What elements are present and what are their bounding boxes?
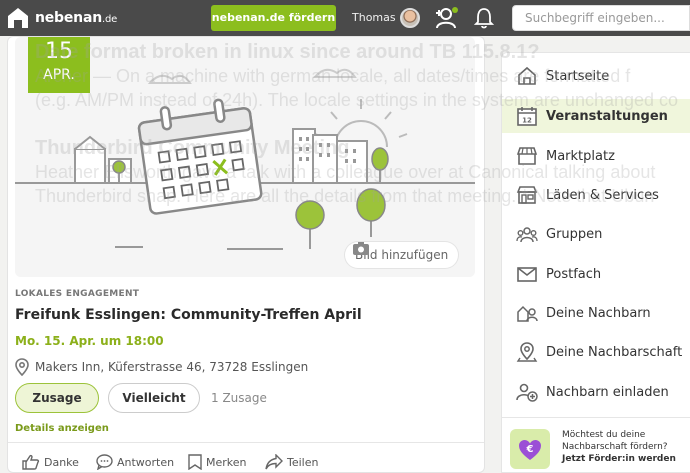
- sidebar-item-mailbox[interactable]: Postfach: [502, 257, 690, 291]
- add-photo-button[interactable]: Bild hinzufügen: [345, 242, 459, 268]
- market-stall-icon: [516, 147, 538, 165]
- logo-text: nebenan: [35, 10, 102, 26]
- speech-bubble-icon: [96, 454, 113, 470]
- share-button[interactable]: Teilen: [265, 454, 318, 470]
- sidebar-item-label: Läden & Services: [546, 187, 659, 203]
- sidebar-item-groups[interactable]: Gruppen: [502, 217, 690, 251]
- home-icon: [518, 66, 536, 85]
- calendar-icon: 12: [517, 107, 537, 126]
- sidebar-item-label: Postfach: [546, 266, 602, 282]
- heart-euro-icon: €: [519, 440, 541, 460]
- map-pin-icon: [516, 342, 538, 362]
- neighbors-icon: [517, 305, 538, 322]
- event-location-text: Makers Inn, Küferstrasse 46, 73728 Essli…: [35, 360, 309, 374]
- sidebar-item-invite[interactable]: Nachbarn einladen: [502, 375, 690, 409]
- share-arrow-icon: [265, 454, 283, 470]
- event-location: Makers Inn, Küferstrasse 46, 73728 Essli…: [15, 358, 308, 376]
- date-badge: 15 APR.: [28, 37, 90, 93]
- event-illustration: 15 APR. Bild hinzufügen: [15, 37, 475, 277]
- sidebar-item-home[interactable]: Startseite: [502, 59, 690, 93]
- event-category: LOKALES ENGAGEMENT: [15, 289, 140, 299]
- sidebar-item-label: Startseite: [546, 68, 610, 84]
- support-promo-text: Möchtest du deine Nachbarschaft fördern?…: [562, 429, 687, 465]
- event-time: Mo. 15. Apr. um 18:00: [15, 334, 164, 348]
- sidebar-nav: Startseite 12 Veranstaltungen Marktplatz…: [501, 52, 690, 473]
- reply-label: Antworten: [117, 455, 175, 469]
- sidebar-item-label: Deine Nachbarschaft: [546, 344, 683, 360]
- attend-button[interactable]: Zusage: [15, 383, 99, 413]
- logo-tld: .de: [101, 14, 118, 25]
- logo-house-icon: [8, 8, 28, 28]
- location-pin-icon: [15, 358, 29, 376]
- bookmark-icon: [188, 454, 202, 470]
- sidebar-item-label: Gruppen: [546, 226, 603, 242]
- shop-icon: [516, 186, 538, 204]
- add-neighbor-icon[interactable]: [433, 6, 459, 30]
- search-input[interactable]: Suchbegriff eingeben...: [512, 5, 690, 31]
- group-icon: [516, 227, 538, 243]
- svg-text:€: €: [526, 444, 534, 455]
- date-month: APR.: [43, 67, 75, 83]
- sidebar-item-label: Marktplatz: [546, 148, 615, 164]
- invite-icon: [516, 383, 538, 402]
- attendee-count[interactable]: 1 Zusage: [211, 391, 267, 405]
- date-day: 15: [45, 39, 73, 64]
- notification-bell-icon[interactable]: [474, 7, 494, 29]
- sidebar-item-shops[interactable]: Läden & Services: [502, 178, 690, 212]
- bookmark-label: Merken: [206, 455, 247, 469]
- sidebar-divider: [502, 417, 690, 418]
- reply-button[interactable]: Antworten: [96, 454, 174, 470]
- sidebar-item-label: Nachbarn einladen: [546, 384, 669, 400]
- bookmark-button[interactable]: Merken: [188, 454, 247, 470]
- sidebar-item-label: Veranstaltungen: [546, 108, 668, 124]
- support-promo-badge[interactable]: €: [510, 429, 550, 469]
- event-card: 15 APR. Bild hinzufügen LOKALES ENGAGEME…: [7, 36, 485, 473]
- sidebar-item-events[interactable]: 12 Veranstaltungen: [502, 99, 690, 133]
- event-title[interactable]: Freifunk Esslingen: Community-Treffen Ap…: [15, 307, 362, 323]
- camera-icon: [353, 242, 369, 255]
- sidebar-item-marketplace[interactable]: Marktplatz: [502, 139, 690, 173]
- svg-text:12: 12: [522, 117, 532, 125]
- top-bar: nebenan.de nebenan.de fördern Thomas Suc…: [0, 0, 690, 36]
- support-button[interactable]: nebenan.de fördern: [211, 5, 336, 31]
- user-name[interactable]: Thomas: [352, 11, 396, 24]
- mail-icon: [517, 267, 537, 282]
- support-promo-link[interactable]: Jetzt Förder:in werden: [562, 453, 687, 465]
- sidebar-item-neighborhood[interactable]: Deine Nachbarschaft: [502, 335, 690, 369]
- thanks-button[interactable]: Danke: [22, 454, 79, 470]
- thanks-label: Danke: [44, 455, 79, 469]
- avatar[interactable]: [400, 8, 420, 28]
- share-label: Teilen: [287, 455, 319, 469]
- sidebar-item-label: Deine Nachbarn: [546, 305, 651, 321]
- details-link[interactable]: Details anzeigen: [15, 423, 109, 434]
- thumbs-up-icon: [22, 454, 40, 470]
- logo[interactable]: nebenan.de: [6, 6, 117, 30]
- maybe-button[interactable]: Vielleicht: [108, 383, 200, 413]
- card-divider: [8, 442, 484, 443]
- support-promo-question: Möchtest du deine Nachbarschaft fördern?: [562, 430, 668, 452]
- action-bar: Danke Antworten Merken Teilen: [8, 450, 484, 472]
- sidebar-item-neighbors[interactable]: Deine Nachbarn: [502, 296, 690, 330]
